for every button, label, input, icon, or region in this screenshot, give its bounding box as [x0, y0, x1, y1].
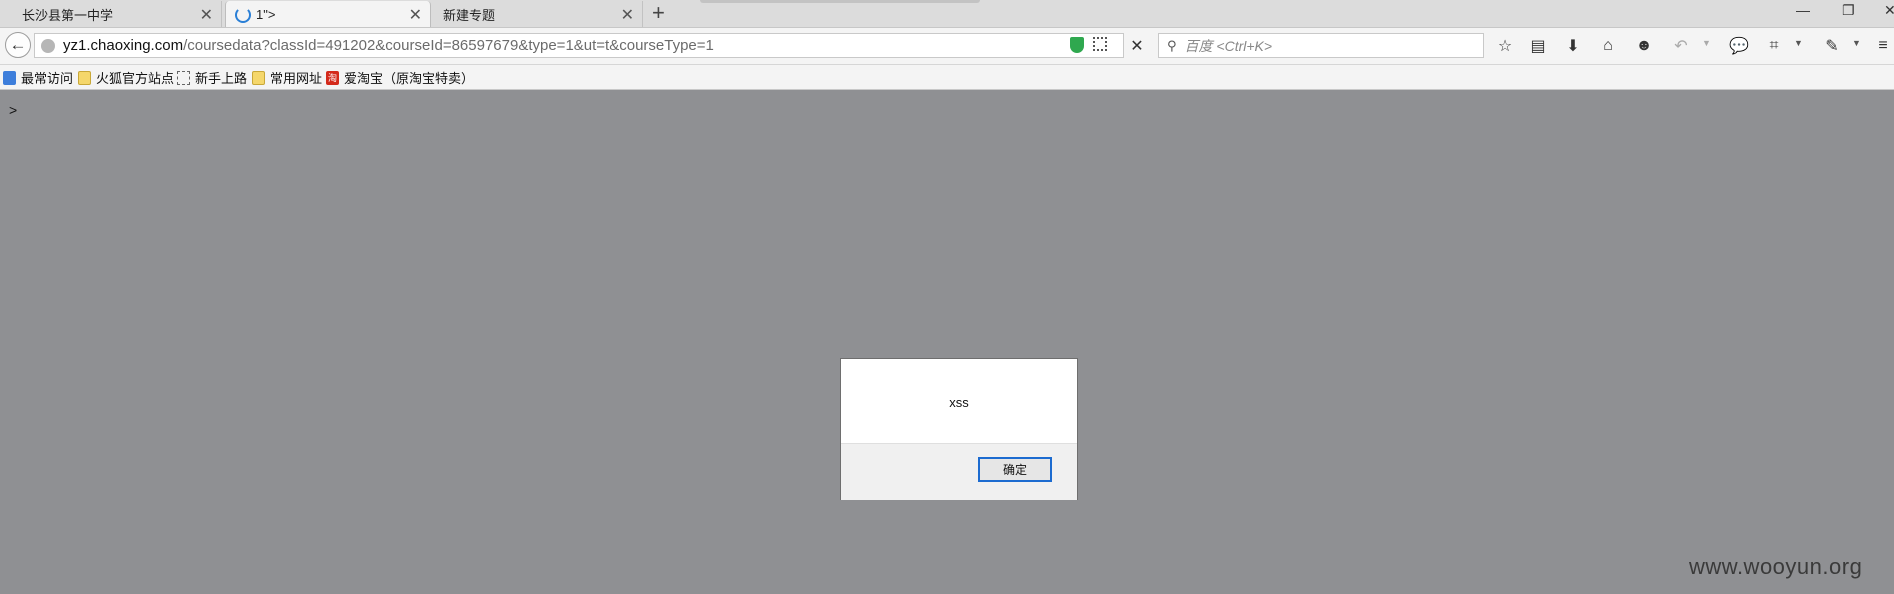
restore-button[interactable]: ❐ — [1842, 2, 1855, 19]
stop-button[interactable]: ✕ — [1124, 33, 1150, 58]
bookmark-label: 最常访问 — [21, 71, 74, 86]
extension-icon[interactable]: ✎ — [1823, 37, 1841, 55]
alert-dialog: xss 确定 — [840, 358, 1078, 500]
alert-footer: 确定 — [841, 443, 1077, 500]
back-arrow-icon: ← — [9, 35, 27, 54]
chat-icon[interactable]: 💬 — [1729, 37, 1749, 55]
bookmark-label: 火狐官方站点 — [96, 71, 175, 86]
bookmark-getting-started[interactable]: 新手上路 — [177, 68, 247, 87]
search-bar[interactable]: ⚲ — [1158, 33, 1484, 58]
bookmark-label: 爱淘宝（原淘宝特卖） — [344, 71, 475, 86]
tab-changsha-school[interactable]: 长沙县第一中学 ✕ — [0, 1, 222, 27]
chevron-down-icon[interactable]: ▼ — [1852, 38, 1861, 48]
taobao-icon: 淘 — [326, 70, 339, 85]
tab-bar: 长沙县第一中学 ✕ 1"> ✕ 新建专题 ✕ + — ❐ ✕ — [0, 0, 1894, 28]
minimize-button[interactable]: — — [1796, 2, 1810, 18]
tab-strip-decoration — [700, 0, 980, 3]
folder-icon — [78, 70, 91, 85]
bookmark-most-visited[interactable]: 最常访问 — [3, 68, 73, 87]
search-input[interactable] — [1182, 36, 1467, 55]
chevron-down-icon[interactable]: ▼ — [1794, 38, 1803, 48]
bookmark-firefox-official[interactable]: 火狐官方站点 — [78, 68, 174, 87]
site-identity-icon[interactable] — [41, 38, 55, 53]
menu-icon[interactable]: ≡ — [1874, 37, 1892, 55]
bookmark-label: 常用网址 — [270, 71, 323, 86]
bookmark-ai-taobao[interactable]: 淘 爱淘宝（原淘宝特卖） — [326, 68, 474, 87]
search-icon: ⚲ — [1167, 37, 1177, 53]
url-path: /coursedata?classId=491202&courseId=8659… — [183, 37, 714, 54]
page-text: > — [9, 102, 18, 118]
reading-list-icon[interactable]: ▤ — [1529, 37, 1547, 55]
tab-title: 1"> — [256, 6, 276, 22]
security-shield-icon[interactable] — [1070, 37, 1084, 53]
home-icon[interactable]: ⌂ — [1599, 37, 1617, 55]
page-content: > xss 确定 www.wooyun.org — [0, 90, 1894, 594]
page-icon — [177, 70, 190, 85]
bookmark-label: 新手上路 — [195, 71, 248, 86]
ok-button[interactable]: 确定 — [978, 457, 1052, 482]
crop-icon[interactable]: ⌗ — [1765, 37, 1783, 55]
bookmark-star-icon[interactable]: ☆ — [1496, 37, 1514, 55]
watermark: www.wooyun.org — [1689, 554, 1863, 579]
folder-icon — [252, 70, 265, 85]
most-visited-icon — [3, 70, 16, 85]
loading-spinner-icon — [235, 7, 251, 23]
back-button[interactable]: ← — [5, 32, 31, 58]
alert-message: xss — [949, 395, 969, 410]
smiley-icon[interactable]: ☻ — [1635, 37, 1653, 55]
new-tab-button[interactable]: + — [652, 1, 665, 25]
close-icon[interactable]: ✕ — [200, 5, 213, 25]
tab-new-topic[interactable]: 新建专题 ✕ — [433, 1, 643, 27]
bookmarks-bar: 最常访问 火狐官方站点 新手上路 常用网址 淘 爱淘宝（原淘宝特卖） — [0, 65, 1894, 90]
chevron-down-icon[interactable]: ▼ — [1702, 38, 1711, 48]
close-icon[interactable]: ✕ — [409, 5, 422, 25]
download-icon[interactable]: ⬇ — [1564, 37, 1582, 55]
tab-active[interactable]: 1"> ✕ — [225, 1, 431, 27]
close-icon[interactable]: ✕ — [621, 5, 634, 25]
window-close-button[interactable]: ✕ — [1884, 2, 1894, 19]
address-bar[interactable]: yz1.chaoxing.com/coursedata?classId=4912… — [34, 33, 1124, 58]
bookmark-common-sites[interactable]: 常用网址 — [252, 68, 322, 87]
navigation-bar: ← yz1.chaoxing.com/coursedata?classId=49… — [0, 28, 1894, 65]
url-host: yz1.chaoxing.com — [63, 37, 184, 54]
tab-title: 长沙县第一中学 — [22, 7, 114, 23]
tab-title: 新建专题 — [443, 7, 496, 23]
qr-code-icon[interactable] — [1093, 37, 1107, 51]
undo-icon[interactable]: ↶ — [1672, 37, 1690, 55]
